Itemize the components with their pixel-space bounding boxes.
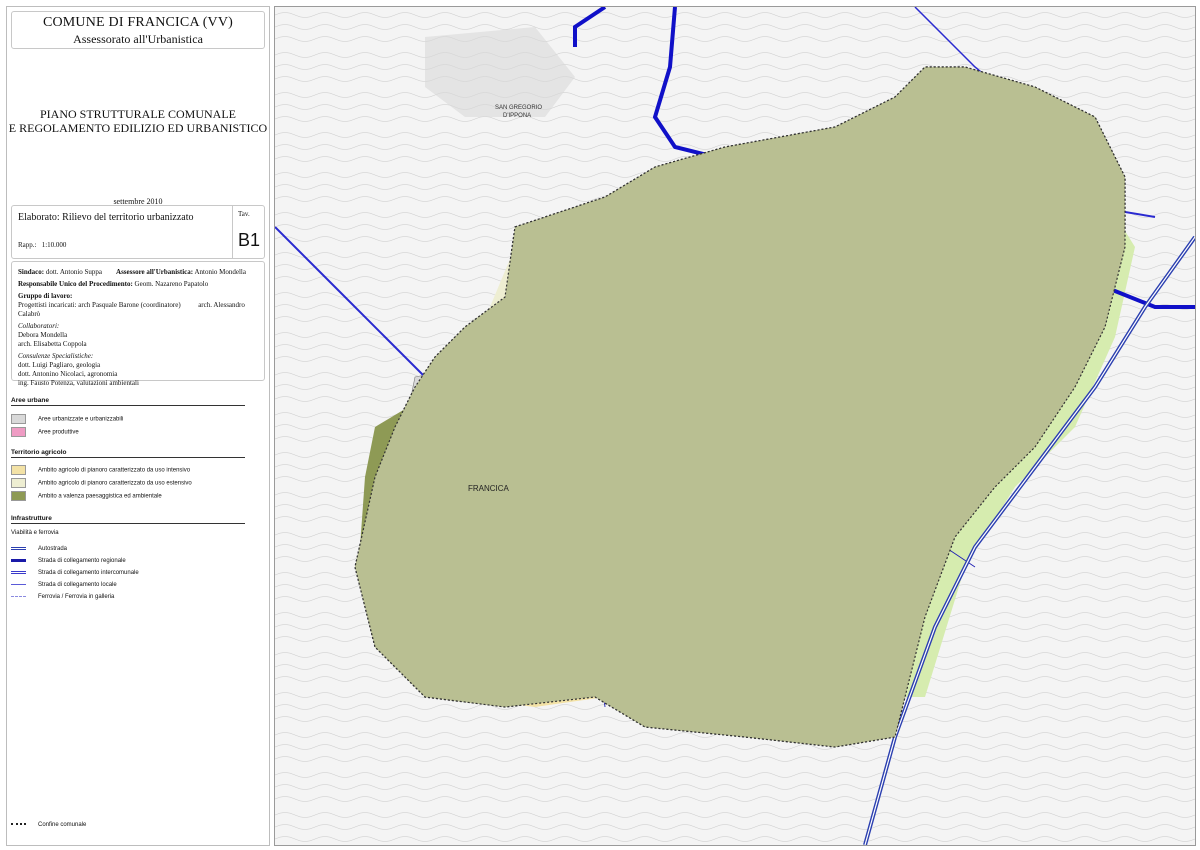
legend-section-territorio-agricolo: Territorio agricolo (11, 449, 245, 458)
legend-item-intercommunal-road: Strada di collegamento intercomunale (11, 570, 139, 576)
sindaco-name: dott. Antonio Suppa (45, 268, 103, 276)
legend-item-railway: Ferrovia / Ferrovia in galleria (11, 594, 114, 600)
progettisti-label: Progettisti incaricati: (18, 301, 77, 309)
credits-rup-line: Responsabile Unico del Procedimento: Geo… (12, 280, 264, 289)
consulente-2: dott. Antonino Nicolaci, agronomia (18, 370, 118, 378)
tav-number: B1 (238, 230, 261, 250)
label-ippona: D'IPPONA (503, 113, 531, 119)
map-canvas[interactable]: FRANCICA SAN GREGORIO D'IPPONA (275, 7, 1195, 845)
legend-line-intercommunal-road (11, 570, 26, 574)
rup-label: Responsabile Unico del Procedimento: (18, 280, 133, 288)
collaboratore-2: arch. Elisabetta Coppola (18, 340, 87, 348)
label-francica: FRANCICA (468, 484, 510, 493)
sindaco-label: Sindaco: (18, 268, 45, 276)
department-subtitle: Assessorato all'Urbanistica (73, 32, 203, 46)
title-box: COMUNE DI FRANCICA (VV) Assessorato all'… (11, 11, 265, 49)
legend-item-extensive: Ambito agricolo di pianoro caratterizzat… (11, 478, 192, 488)
scale-ratio: Rapp.: 1:10.000 (18, 241, 66, 249)
consulenze-label: Consulenze Specialistiche: (18, 352, 94, 360)
legend-swatch-landscape (11, 491, 26, 501)
legend-item-intensive: Ambito agricolo di pianoro caratterizzat… (11, 465, 190, 475)
elaborato-title: Rilievo del territorio urbanizzato (62, 212, 194, 223)
tav-divider (232, 206, 233, 258)
legend-line-regional-road (11, 558, 26, 562)
legend-item-urbanized: Aree urbanizzate e urbanizzabili (11, 414, 123, 424)
plan-title-line1: PIANO STRUTTURALE COMUNALE (40, 107, 236, 121)
legend-item-landscape: Ambito a valenza paesaggistica ed ambien… (11, 491, 162, 501)
tav-label: Tav. (238, 210, 250, 218)
assessore-name: Antonio Mondella (194, 268, 246, 276)
info-panel: COMUNE DI FRANCICA (VV) Assessorato all'… (6, 6, 270, 846)
assessore-label: Assessore all'Urbanistica: (116, 268, 194, 276)
legend-swatch-extensive (11, 478, 26, 488)
legend-item-regional-road: Strada di collegamento regionale (11, 558, 126, 564)
municipality-title: COMUNE DI FRANCICA (VV) (42, 15, 234, 30)
legend-line-autostrada (11, 546, 26, 550)
legend-item-productive: Aree produttive (11, 427, 79, 437)
label-san-gregorio: SAN GREGORIO (495, 105, 542, 111)
progettista-1: arch Pasquale Barone (coordinatore) (78, 301, 181, 309)
legend-line-railway (11, 595, 26, 597)
plan-title: PIANO STRUTTURALE COMUNALE E REGOLAMENTO… (7, 107, 269, 135)
consulente-1: dott. Luigi Pagliaro, geologia (18, 361, 101, 369)
credits-mayor-line: Sindaco: dott. Antonio Suppa Assessore a… (12, 268, 264, 277)
rapp-value: 1:10.000 (41, 241, 67, 249)
progettisti-line: Progettisti incaricati: arch Pasquale Ba… (12, 301, 264, 319)
elaborato: Elaborato: Rilievo del territorio urbani… (18, 212, 194, 223)
legend-section-aree-urbane: Aree urbane (11, 397, 245, 406)
rup-name: Geom. Nazareno Papatolo (134, 280, 209, 288)
consulente-3: ing. Fausto Potenza, valutazioni ambient… (18, 379, 139, 387)
collaboratori-label: Collaboratori: (18, 322, 60, 330)
legend-line-local-road (11, 583, 26, 585)
collaboratore-1: Debora Mondella (18, 331, 68, 339)
rapp-label: Rapp.: (18, 241, 37, 249)
credits-box: Sindaco: dott. Antonio Suppa Assessore a… (11, 261, 265, 387)
legend-subtitle-viabilita: Viabilità e ferrovia (11, 530, 59, 536)
legend-section-infrastrutture: Infrastrutture (11, 515, 245, 524)
sheet-box: Elaborato: Rilievo del territorio urbani… (11, 205, 265, 259)
legend-item-confine: Confine comunale (11, 822, 86, 828)
elaborato-label: Elaborato: (18, 212, 60, 223)
plan-title-line2: E REGOLAMENTO EDILIZIO ED URBANISTICO (8, 121, 268, 135)
legend-item-autostrada: Autostrada (11, 546, 67, 552)
legend-swatch-urbanized (11, 414, 26, 424)
map-frame: FRANCICA SAN GREGORIO D'IPPONA (274, 6, 1196, 846)
gruppo-label: Gruppo di lavoro: (18, 292, 73, 300)
legend-line-confine (11, 823, 26, 826)
legend-item-local-road: Strada di collegamento locale (11, 582, 117, 588)
legend-swatch-productive (11, 427, 26, 437)
legend-swatch-intensive (11, 465, 26, 475)
